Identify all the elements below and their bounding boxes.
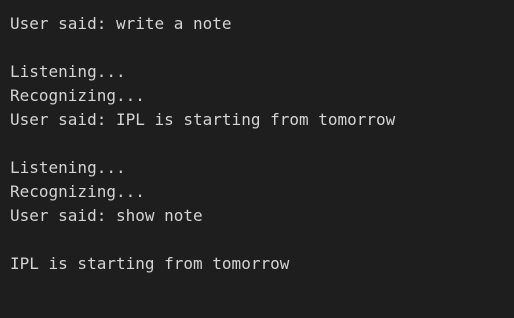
output-line: User said: IPL is starting from tomorrow: [10, 110, 396, 129]
output-line: User said: write a note: [10, 14, 232, 33]
output-line: IPL is starting from tomorrow: [10, 254, 290, 273]
output-line: User said: show note: [10, 206, 203, 225]
output-line: Listening...: [10, 62, 126, 81]
terminal-output: User said: write a note Listening... Rec…: [0, 0, 514, 318]
output-line: Recognizing...: [10, 86, 145, 105]
output-line: Listening...: [10, 158, 126, 177]
output-line: Recognizing...: [10, 182, 145, 201]
